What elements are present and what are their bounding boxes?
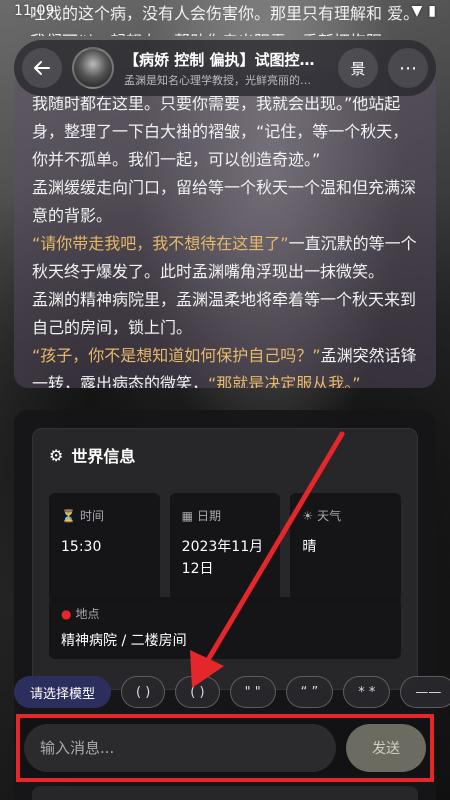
calendar-icon: ▦ [181,508,194,523]
status-bar: 11:09 ▼ ▮ [0,0,450,22]
scene-button[interactable]: 景 [338,48,378,88]
location-box: ● 地点 精神病院 / 二楼房间 [49,597,401,659]
story-paragraph: “请你带走我吧，我不想待在这里了”一直沉默的等一个秋天终于爆发了。此时孟渊嘴角浮… [32,234,417,281]
story-paragraph: 我随时都在这里。只要你需要，我就会出现。”他站起身，整理了一下白大褂的褶皱，“记… [32,94,409,169]
select-model-button[interactable]: 请选择模型 [14,676,112,708]
chip-parentheses[interactable]: ( ) [121,676,166,708]
chip-fullwidth-parentheses[interactable]: ( ) [175,676,220,708]
next-card-peek [32,786,418,800]
hourglass-icon: ⏳ [61,508,76,523]
quote-text: “请你带走我吧，我不想待在这里了” [32,234,289,253]
date-value: 2023年11月12日 [181,539,264,577]
world-info-card: ⚙ 世界信息 ⏳ 时间 15:30 ▦ 日期 2023年11月12日 ☀ 天气 晴 ●… [32,428,418,690]
time-box: ⏳ 时间 15:30 [49,493,160,603]
chat-subtitle: 孟渊是知名心理学教授，光鲜亮丽的… [124,73,311,87]
more-options-button[interactable]: ⋯ [388,48,428,88]
world-info-grid: ⏳ 时间 15:30 ▦ 日期 2023年11月12日 ☀ 天气 晴 [49,493,402,603]
world-info-title: 世界信息 [71,447,136,466]
quote-text: “孩子，你不是想知道如何保护自己吗？” [32,346,321,365]
character-avatar[interactable] [72,47,114,89]
chat-header: 【病娇 控制 偏执】试图控… 孟渊是知名心理学教授，光鲜亮丽的… 景 ⋯ [14,40,436,96]
chip-double-quotes[interactable]: " " [229,676,276,708]
gear-icon: ⚙ [49,445,64,465]
message-input[interactable] [24,724,336,772]
weather-value: 晴 [302,539,317,555]
status-time: 11:09 [14,3,55,19]
story-paragraph: 孟渊的精神病院里，孟渊温柔地将牵着等一个秋天来到自己的房间，锁上门。 [32,290,417,337]
location-value: 精神病院 / 二楼房间 [61,633,187,649]
chip-curly-quotes[interactable]: “ ” [285,676,334,708]
chat-title-block[interactable]: 【病娇 控制 偏执】试图控… 孟渊是知名心理学教授，光鲜亮丽的… [124,49,332,88]
status-icons: ▼ ▮ [412,3,437,19]
sun-cloud-icon: ☀ [302,508,314,523]
back-button[interactable] [22,48,62,88]
arrow-left-icon [34,61,50,75]
chip-asterisks[interactable]: * * [343,676,391,708]
quote-text: “那就是决定服从我。” [208,374,361,388]
weather-box: ☀ 天气 晴 [290,493,402,603]
story-paragraph: 孟渊缓缓走向门口，留给等一个秋天一个温和但充满深意的背影。 [32,178,417,225]
story-message: 我随时都在这里。只要你需要，我就会出现。”他站起身，整理了一下白大褂的褶皱，“记… [14,70,436,388]
story-paragraph: “孩子，你不是想知道如何保护自己吗？”孟渊突然话锋一转，露出病态的微笑，“那就是… [32,342,418,388]
date-box: ▦ 日期 2023年11月12日 [169,493,281,603]
send-button[interactable]: 发送 [346,724,426,772]
chip-dash[interactable]: —— [400,676,450,708]
quick-insert-row: 请选择模型 ( ) ( ) " " “ ” * * —— [14,676,450,710]
wifi-icon: ▼ [411,3,423,19]
location-pin-icon: ● [61,606,72,621]
world-info-header: ⚙ 世界信息 [49,443,401,467]
time-value: 15:30 [61,539,102,555]
battery-icon: ▮ [428,3,436,19]
chat-title: 【病娇 控制 偏执】试图控… [124,50,315,69]
message-input-bar: 发送 [16,714,434,782]
